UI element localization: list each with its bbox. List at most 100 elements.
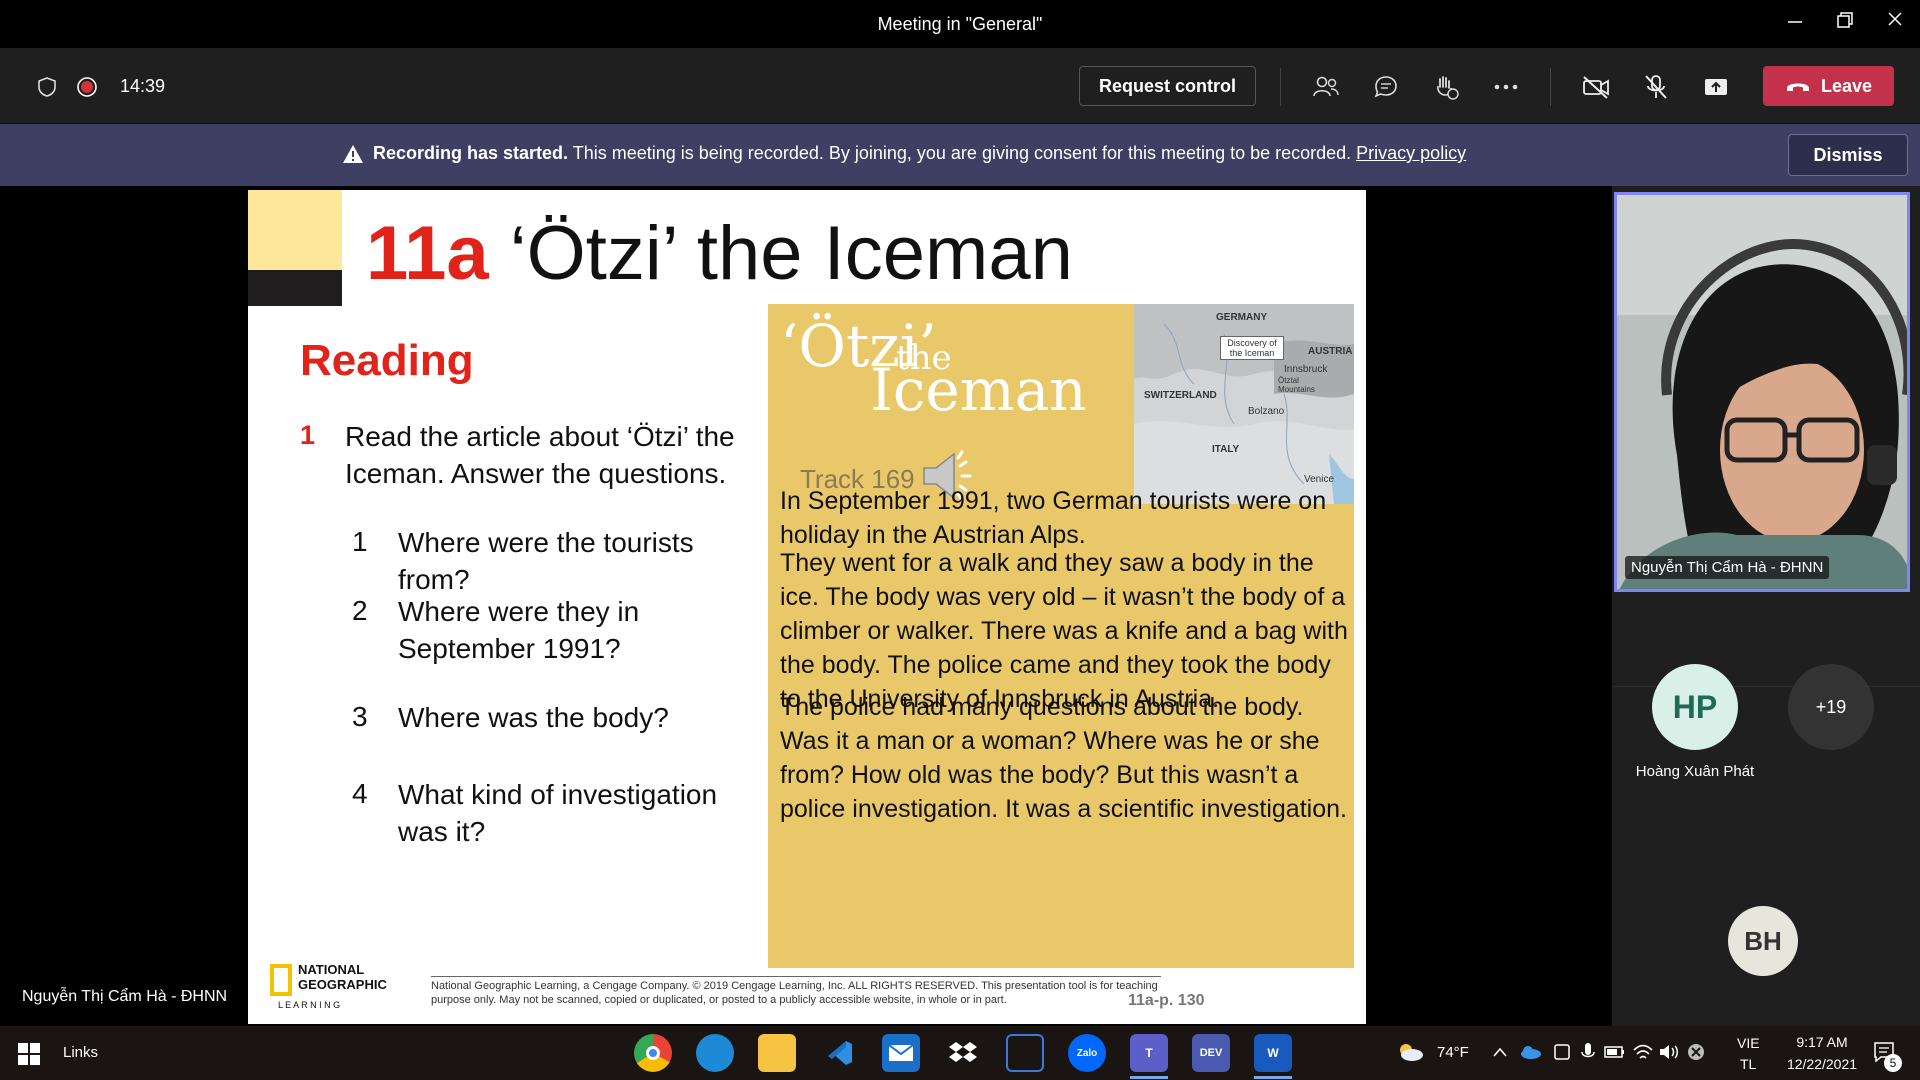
windows-start-icon[interactable] [18, 1043, 40, 1065]
weather-cloud-icon[interactable] [1396, 1042, 1424, 1062]
banner-title: Recording has started. [373, 143, 569, 163]
chat-icon [1374, 76, 1397, 98]
minimize-button[interactable] [1780, 10, 1810, 36]
restore-icon [1837, 12, 1853, 28]
map-label: SWITZERLAND [1144, 390, 1217, 401]
question-text: Where were they in September 1991? [398, 596, 640, 664]
more-actions-button[interactable] [1489, 70, 1523, 104]
article-paragraph: The police had many questions about the … [780, 693, 1347, 823]
mail-icon[interactable] [882, 1034, 920, 1072]
wifi-icon[interactable] [1632, 1042, 1654, 1062]
dismiss-button[interactable]: Dismiss [1788, 134, 1908, 176]
leave-label: Leave [1820, 75, 1873, 96]
participants-button[interactable] [1309, 70, 1343, 104]
chrome-icon[interactable] [634, 1034, 672, 1072]
article-paragraph: In September 1991, two German tourists w… [780, 487, 1327, 549]
question-number: 4 [352, 778, 368, 809]
recording-banner: Recording has started. This meeting is b… [0, 124, 1920, 186]
section-heading: Reading [300, 336, 474, 385]
minimize-icon [1788, 21, 1802, 23]
active-app-indicator [1254, 1076, 1292, 1079]
slide-title: 11a ‘Ötzi’ the Iceman [366, 210, 1073, 297]
weather-temperature[interactable]: 74°F [1437, 1044, 1469, 1061]
edge-icon[interactable] [696, 1034, 734, 1072]
question-number: 3 [352, 701, 368, 732]
chat-button[interactable] [1369, 70, 1403, 104]
people-icon [1313, 76, 1339, 97]
map-label: Ötztal Mountains [1278, 376, 1315, 394]
map-label: AUSTRIA [1308, 346, 1353, 357]
dev-app-icon[interactable]: DEV [1192, 1034, 1230, 1072]
more-icon [1494, 84, 1518, 90]
request-control-button[interactable]: Request control [1079, 66, 1256, 106]
participant-avatar[interactable]: HP [1652, 664, 1738, 750]
mic-off-icon [1645, 75, 1667, 99]
presentation-slide: 11a ‘Ötzi’ the Iceman Reading 1 Read the… [248, 190, 1366, 1024]
leave-button[interactable]: Leave [1763, 66, 1894, 106]
teams-icon[interactable]: T [1130, 1034, 1168, 1072]
volume-icon[interactable] [1658, 1042, 1680, 1062]
camera-toggle-button[interactable] [1579, 70, 1613, 104]
share-screen-button[interactable] [1699, 70, 1733, 104]
toolbar-divider [1550, 68, 1551, 106]
logo-text: NATIONAL [298, 962, 365, 977]
phone-hangup-icon [1786, 83, 1809, 91]
microphone-icon[interactable] [1580, 1041, 1596, 1063]
reactions-button[interactable] [1429, 70, 1463, 104]
shield-icon[interactable] [30, 70, 64, 104]
map-label: Innsbruck [1284, 364, 1328, 375]
question-text: Where was the body? [398, 702, 669, 733]
question-number: 1 [352, 526, 368, 557]
task-number: 1 [300, 420, 316, 450]
banner-message: Recording has started. This meeting is b… [373, 143, 1466, 164]
notification-count-badge: 5 [1884, 1054, 1902, 1072]
slide-color-block [248, 190, 342, 270]
mic-toggle-button[interactable] [1639, 70, 1673, 104]
location-map: GERMANY AUSTRIA Discovery of the Iceman … [1134, 304, 1354, 504]
recording-indicator-icon [70, 70, 104, 104]
vscode-icon[interactable] [820, 1034, 858, 1072]
banner-text: This meeting is being recorded. By joini… [568, 143, 1357, 163]
participant-name-label: Nguyễn Thị Cẩm Hà - ĐHNN [1625, 556, 1830, 579]
dropbox-icon[interactable] [944, 1034, 982, 1072]
restore-button[interactable] [1830, 10, 1860, 36]
window-title-bar: Meeting in "General" [0, 0, 1920, 48]
video-frame [1617, 195, 1907, 589]
windows-taskbar: Links Zalo T DEV W 74°F VIE TL 9:17 AM 1… [0, 1026, 1920, 1080]
presenter-video-tile[interactable]: Nguyễn Thị Cẩm Hà - ĐHNN [1614, 192, 1910, 592]
warning-icon [343, 145, 363, 163]
participant-avatar[interactable]: BH [1728, 906, 1798, 976]
lesson-title: ‘Ötzi’ the Iceman [488, 211, 1073, 296]
active-app-indicator [1130, 1076, 1168, 1079]
clock-time[interactable]: 9:17 AM [1782, 1034, 1862, 1050]
battery-icon[interactable] [1604, 1045, 1626, 1059]
zalo-icon[interactable]: Zalo [1068, 1034, 1106, 1072]
status-x-icon[interactable] [1686, 1042, 1706, 1062]
page-reference: 11a-p. 130 [1128, 992, 1205, 1009]
logo-text: GEOGRAPHIC [298, 977, 387, 992]
input-language[interactable]: VIE [1737, 1035, 1760, 1051]
close-button[interactable] [1880, 10, 1910, 36]
more-participants-button[interactable]: +19 [1788, 664, 1874, 750]
input-language-variant[interactable]: TL [1740, 1056, 1756, 1072]
map-callout: Discovery of the Iceman [1220, 336, 1284, 360]
word-icon[interactable]: W [1254, 1034, 1292, 1072]
map-label: ITALY [1212, 444, 1240, 455]
participant-name: Hoàng Xuân Phát [1635, 763, 1755, 780]
logo-text: L E A R N I N G [278, 1000, 341, 1010]
task-instruction: Read the article about ‘Ötzi’ the Iceman… [345, 421, 735, 489]
links-toolbar[interactable]: Links [63, 1044, 98, 1061]
security-app-icon[interactable] [1006, 1034, 1044, 1072]
clock-date[interactable]: 12/22/2021 [1772, 1056, 1872, 1072]
file-explorer-icon[interactable] [758, 1034, 796, 1072]
device-icon[interactable] [1552, 1042, 1572, 1062]
privacy-policy-link[interactable]: Privacy policy [1356, 143, 1466, 163]
presenter-name: Nguyễn Thị Cẩm Hà - ĐHNN [22, 988, 228, 1005]
onedrive-icon[interactable] [1518, 1044, 1542, 1060]
raise-hand-icon [1437, 76, 1459, 100]
chevron-up-icon[interactable] [1492, 1046, 1508, 1058]
copyright-footer: National Geographic Learning, a Cengage … [431, 976, 1161, 1007]
window-title: Meeting in "General" [877, 14, 1043, 34]
share-icon [1705, 79, 1727, 95]
meeting-control-bar: 14:39 Request control Leave [0, 48, 1920, 124]
